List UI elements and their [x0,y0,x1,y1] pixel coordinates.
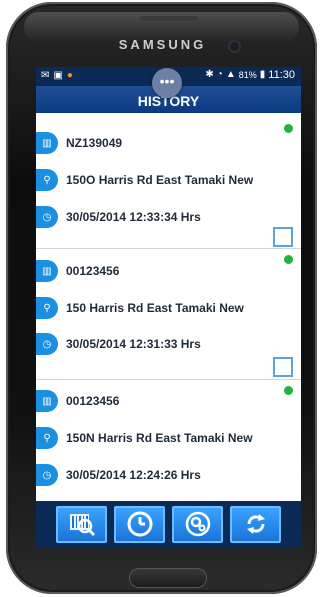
item-datetime: 30/05/2014 12:31:33 Hrs [66,337,201,351]
code-row: ▥ 00123456 [36,260,119,282]
item-datetime: 30/05/2014 12:24:26 Hrs [66,468,201,482]
address-row: ⚲ 150O Harris Rd East Tamaki New [36,169,253,191]
clock: 11:30 [268,69,295,81]
status-dot [284,124,293,133]
item-datetime: 30/05/2014 12:33:34 Hrs [66,210,201,224]
datetime-row: ◷ 30/05/2014 12:24:26 Hrs [36,464,201,486]
item-address: 150 Harris Rd East Tamaki New [66,301,244,315]
address-row: ⚲ 150 Harris Rd East Tamaki New [36,297,244,319]
bottom-toolbar [36,501,301,547]
battery-icon: ▮ [259,69,266,80]
battery-percent: 81% [238,70,257,80]
barcode-icon: ▥ [36,390,58,412]
sync-icon [246,514,265,534]
address-row: ⚲ 150N Harris Rd East Tamaki New [36,427,253,449]
clock-icon: ◷ [36,333,58,355]
clock-icon: ◷ [36,464,58,486]
location-pin-icon: ⚲ [36,427,58,449]
barcode-icon: ▥ [36,132,58,154]
status-dot [284,386,293,395]
code-row: ▥ 00123456 [36,390,119,412]
clock-icon: ◷ [36,206,58,228]
status-right-icons: ✱ ◔ ▲ 81% ▮ 11:30 [205,69,295,81]
barcode-search-icon [69,514,95,537]
scan-button[interactable] [56,505,107,543]
item-code: 00123456 [66,394,120,408]
history-button[interactable] [114,505,165,543]
gallery-icon: ▣ [53,70,63,81]
status-dot [284,255,293,264]
select-checkbox[interactable] [273,357,293,377]
item-code: 00123456 [66,264,120,278]
bluetooth-icon: ✱ [205,69,214,80]
item-address: 150N Harris Rd East Tamaki New [66,431,253,445]
item-address: 150O Harris Rd East Tamaki New [66,173,254,187]
history-item[interactable]: ▥ NZ139049 ⚲ 150O Harris Rd East Tamaki … [36,118,301,249]
code-row: ▥ NZ139049 [36,132,122,154]
datetime-row: ◷ 30/05/2014 12:33:34 Hrs [36,206,201,228]
item-code: NZ139049 [66,136,123,150]
barcode-icon: ▥ [36,260,58,282]
earpiece-speaker [140,16,198,21]
brand-label: SAMSUNG [118,37,207,52]
signal-icon: ▲ [225,69,236,80]
history-list[interactable]: ▥ NZ139049 ⚲ 150O Harris Rd East Tamaki … [36,118,301,501]
select-checkbox[interactable] [273,227,293,247]
sync-button[interactable] [230,505,281,543]
screen: ✉ ▣ ● ✱ ◔ ▲ 81% ▮ 11:30 ••• HISTORY ▥ NZ… [36,67,301,547]
clock-icon [127,511,152,537]
location-pin-icon: ⚲ [36,169,58,191]
history-item[interactable]: ▥ 00123456 ⚲ 150 Harris Rd East Tamaki N… [36,249,301,380]
datetime-row: ◷ 30/05/2014 12:31:33 Hrs [36,333,201,355]
wifi-icon: ◔ [216,69,223,80]
gear-icon [185,511,210,537]
mail-icon: ✉ [41,70,50,81]
overflow-menu-button[interactable]: ••• [152,68,182,98]
home-button[interactable] [129,568,207,588]
status-left-icons: ✉ ▣ ● [41,70,73,82]
notification-icon: ● [66,70,73,81]
settings-button[interactable] [172,505,223,543]
location-pin-icon: ⚲ [36,297,58,319]
history-item[interactable]: ▥ 00123456 ⚲ 150N Harris Rd East Tamaki … [36,380,301,501]
